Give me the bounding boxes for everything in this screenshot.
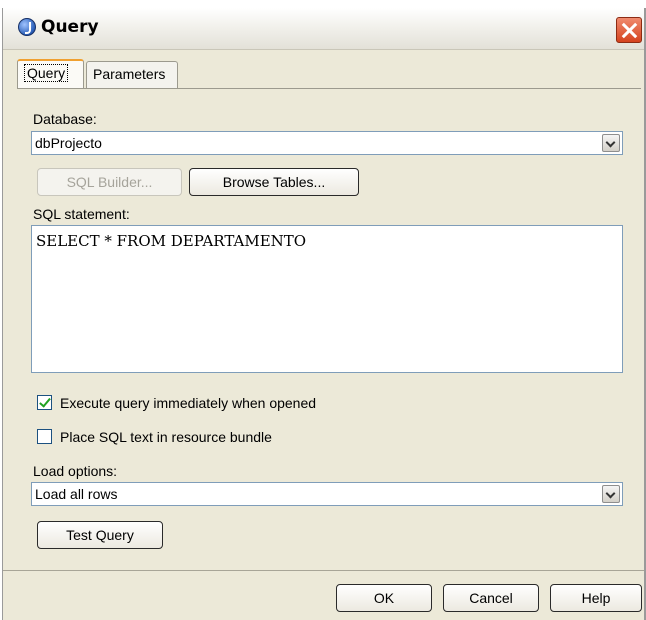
place-in-bundle-label: Place SQL text in resource bundle — [60, 429, 272, 445]
help-button[interactable]: Help — [550, 584, 642, 612]
title-bar[interactable]: Query — [3, 8, 644, 50]
execute-immediately-label: Execute query immediately when opened — [60, 395, 317, 411]
database-label: Database: — [33, 111, 97, 127]
sql-builder-button[interactable]: SQL Builder... — [37, 168, 182, 196]
chevron-down-icon[interactable] — [602, 485, 620, 503]
tab-query[interactable]: Query — [17, 59, 84, 88]
database-select[interactable]: dbProjecto — [31, 131, 623, 155]
tab-parameters-label: Parameters — [93, 66, 166, 82]
window-title: Query — [41, 17, 99, 37]
load-options-label: Load options: — [33, 463, 118, 479]
place-in-bundle-checkbox[interactable] — [37, 429, 52, 444]
tab-parameters[interactable]: Parameters — [86, 61, 178, 88]
tab-query-label: Query — [24, 64, 69, 82]
cancel-button[interactable]: Cancel — [443, 584, 539, 612]
execute-immediately-checkbox[interactable] — [37, 395, 52, 410]
query-panel: Database: dbProjecto SQL Builder... Brow… — [17, 88, 641, 572]
database-value: dbProjecto — [35, 135, 102, 151]
test-query-button[interactable]: Test Query — [37, 521, 163, 549]
ok-button[interactable]: OK — [336, 584, 432, 612]
dialog-footer: OK Cancel Help — [3, 570, 644, 620]
sql-statement-input[interactable]: SELECT * FROM DEPARTAMENTO — [31, 225, 623, 373]
browse-tables-button[interactable]: Browse Tables... — [189, 168, 359, 196]
close-icon[interactable] — [616, 17, 642, 43]
app-icon — [18, 18, 36, 36]
chevron-down-icon[interactable] — [602, 134, 620, 152]
load-options-select[interactable]: Load all rows — [31, 482, 623, 506]
query-dialog: Query Query Parameters Database: dbProje… — [2, 8, 646, 620]
load-options-value: Load all rows — [35, 486, 118, 502]
sql-statement-label: SQL statement: — [33, 206, 130, 222]
